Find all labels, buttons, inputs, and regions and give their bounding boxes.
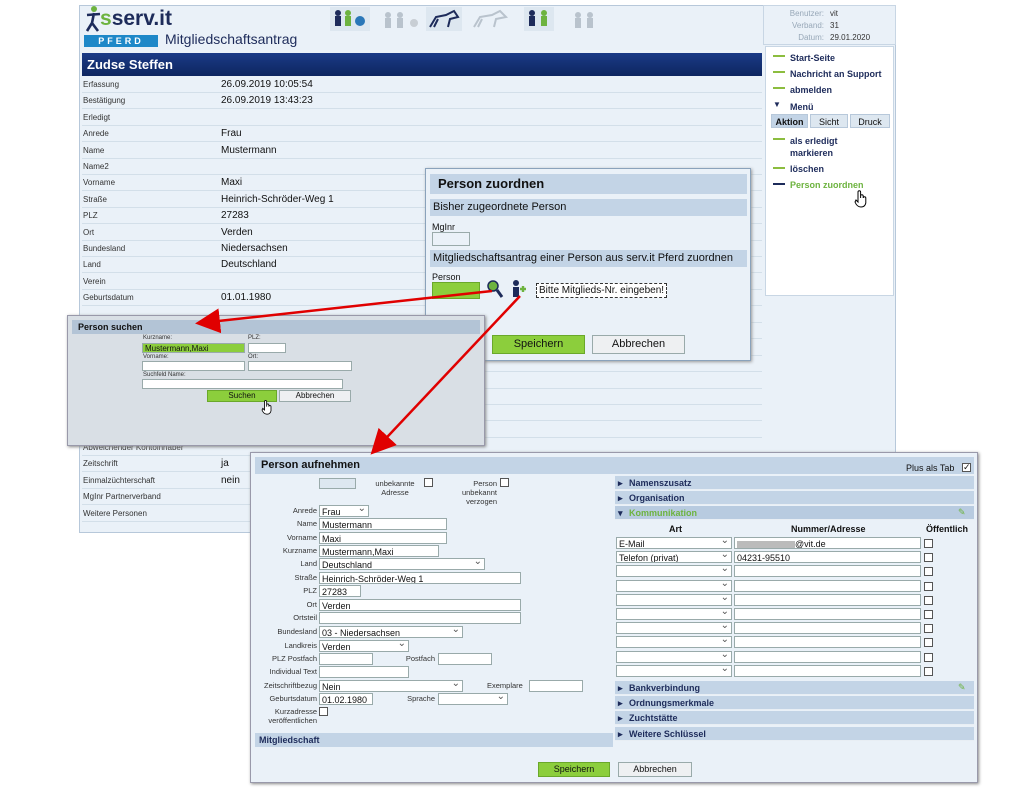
annotation-arrows — [195, 289, 521, 455]
arrow-to-add-dialog — [370, 295, 521, 455]
arrow-to-search-dialog — [195, 289, 493, 334]
